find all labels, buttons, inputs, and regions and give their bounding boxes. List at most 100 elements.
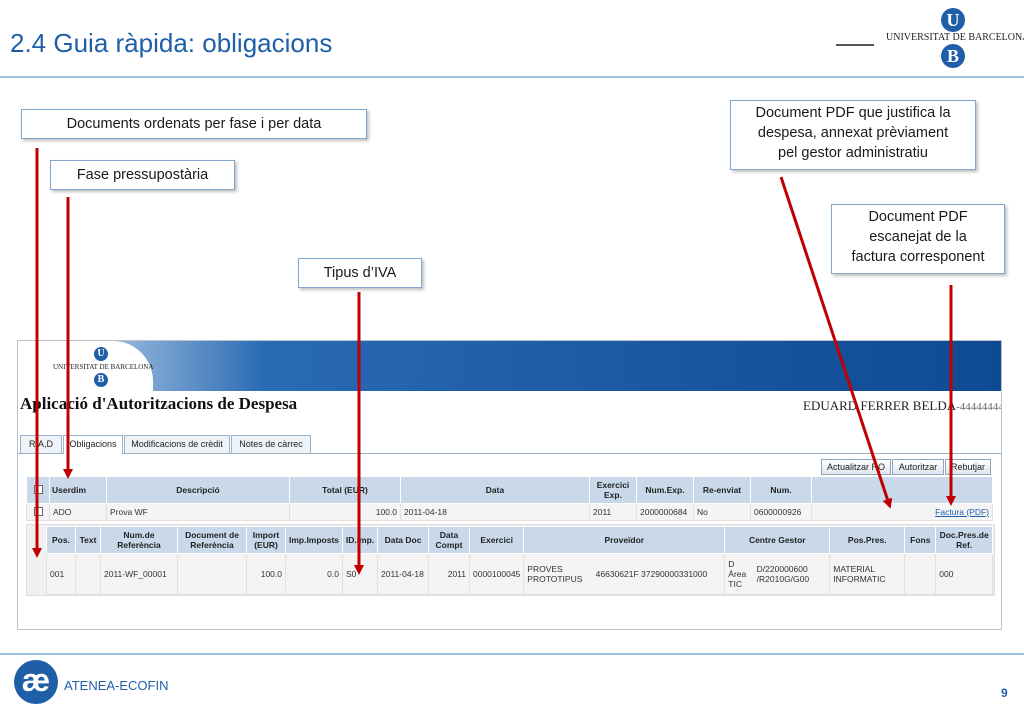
cell-id-imp: S0 xyxy=(342,553,378,595)
column-header[interactable]: Descripció xyxy=(106,476,290,504)
centre-area: D Àrea TIC xyxy=(728,559,754,589)
centre-area-line: Àrea xyxy=(728,569,747,579)
tab-rad[interactable]: R,A,D xyxy=(20,435,62,453)
cell-total: 100.0 xyxy=(289,503,401,521)
footer-brand: ATENEA-ECOFIN xyxy=(64,678,169,693)
cell-pos-pres: MATERIAL INFORMATIC xyxy=(829,553,906,595)
app-header-banner: U UNIVERSITAT DE BARCELONA B xyxy=(18,341,1001,391)
tab-modificacions[interactable]: Modificacions de crèdit xyxy=(124,435,230,453)
factura-pdf-link[interactable]: Factura (PDF) xyxy=(935,507,989,517)
column-header[interactable]: Proveïdor xyxy=(523,526,726,554)
column-header[interactable]: Import (EUR) xyxy=(246,526,286,554)
cell-pdf: Factura (PDF) xyxy=(811,503,993,521)
checkbox[interactable] xyxy=(33,506,43,516)
app-tabs: R,A,D Obligacions Modificacions de crèdi… xyxy=(18,433,1001,454)
proveidor-codi: 37290000331000 xyxy=(641,569,708,579)
cell-data-doc: 2011-04-18 xyxy=(377,553,429,595)
column-header[interactable]: Doc.Pres.de Ref. xyxy=(935,526,993,554)
cell-num-ref: 2011-WF_00001 xyxy=(100,553,178,595)
column-header[interactable]: Data Doc xyxy=(377,526,429,554)
user-info: EDUARD FERRER BELDA-44444444f xyxy=(803,398,1001,414)
callout-tipus-iva: Tipus d’IVA xyxy=(298,258,422,288)
cell-import: 100.0 xyxy=(246,553,286,595)
cell-fons xyxy=(904,553,937,595)
proveidor-nom: PROVES PROTOTIPUS xyxy=(527,564,583,584)
column-header[interactable]: Centre Gestor xyxy=(724,526,831,554)
tab-notes-carrec[interactable]: Notes de càrrec xyxy=(231,435,311,453)
callout-line: escanejat de la xyxy=(869,229,967,245)
column-header[interactable]: Exercici xyxy=(468,526,525,554)
centre-area-line: TIC xyxy=(728,579,742,589)
column-header[interactable]: Num.de Referència xyxy=(100,526,178,554)
callout-pdf-justifica: Document PDF que justifica la despesa, a… xyxy=(730,100,976,170)
column-header[interactable]: Pos. xyxy=(46,526,76,554)
user-nif: -44444444f xyxy=(956,401,1001,413)
column-header[interactable]: Pos.Pres. xyxy=(829,526,906,554)
column-header[interactable]: Total (EUR) xyxy=(289,476,401,504)
column-header[interactable]: Imp.Imposts xyxy=(285,526,343,554)
proveidor-nif: 46630621F xyxy=(595,569,639,579)
cell-num: 0600000926 xyxy=(750,503,812,521)
app-logo-text: UNIVERSITAT DE BARCELONA xyxy=(53,363,154,371)
column-header[interactable]: Fons xyxy=(904,526,937,554)
checkbox[interactable] xyxy=(33,484,43,494)
column-header[interactable]: Userdim xyxy=(49,476,107,504)
b-emblem-icon: B xyxy=(94,373,108,387)
university-logo: UNIVERSITAT DE BARCELONA U B xyxy=(836,8,1024,70)
b-emblem-icon: B xyxy=(941,44,965,68)
column-header[interactable]: Num.Exp. xyxy=(636,476,694,504)
callout-line: pel gestor administratiu xyxy=(778,145,928,161)
column-header[interactable]: Re-enviat xyxy=(693,476,751,504)
column-header[interactable]: Num. xyxy=(750,476,812,504)
callout-pdf-factura: Document PDF escanejat de la factura cor… xyxy=(831,204,1005,274)
app-screenshot: U UNIVERSITAT DE BARCELONA B Aplicació d… xyxy=(17,340,1002,630)
table-row[interactable]: 001 2011-WF_00001 100.0 0.0 S0 2011-04-1… xyxy=(46,553,993,595)
cell-exercici: 0000100045 xyxy=(468,553,525,595)
cell-imposts: 0.0 xyxy=(285,553,343,595)
centre-area-line: D xyxy=(728,559,735,569)
university-name: UNIVERSITAT DE BARCELONA xyxy=(886,32,1024,43)
centre-codi-line: D/220000600 xyxy=(756,564,808,574)
pos-pres-line: MATERIAL xyxy=(833,564,876,574)
cell-proveidor: PROVES PROTOTIPUS 46630621F 372900003310… xyxy=(523,553,726,595)
pos-pres-line: INFORMATIC xyxy=(833,574,886,584)
callout-line: Document PDF que justifica la xyxy=(755,105,951,121)
column-header[interactable]: Data xyxy=(400,476,590,504)
callout-documents-ordenats: Documents ordenats per fase i per data xyxy=(21,109,367,139)
cell-doc-pres-ref: 000 xyxy=(935,553,993,595)
column-header[interactable]: Data Compt xyxy=(428,526,470,554)
app-title: Aplicació d'Autoritzacions de Despesa xyxy=(20,394,298,413)
cell-num-exp: 2000000684 xyxy=(636,503,694,521)
slide-title: 2.4 Guia ràpida: obligacions xyxy=(10,28,333,58)
page-number: 9 xyxy=(1001,686,1008,700)
cell-descripcio: Prova WF xyxy=(106,503,290,521)
atenea-logo-icon: æ xyxy=(14,660,58,704)
autoritzar-button[interactable]: Autoritzar xyxy=(892,459,944,475)
column-header[interactable]: Exercici Exp. xyxy=(589,476,637,504)
user-name: EDUARD FERRER BELDA xyxy=(803,398,957,413)
table-header-row: Userdim Descripció Total (EUR) Data Exer… xyxy=(26,476,993,504)
tab-obligacions[interactable]: Obligacions xyxy=(63,435,123,454)
callout-line: despesa, annexat prèviament xyxy=(757,125,949,141)
table-header-row: Pos. Text Num.de Referència Document de … xyxy=(46,526,993,554)
table-row[interactable]: ADO Prova WF 100.0 2011-04-18 2011 20000… xyxy=(26,503,993,521)
cell-pos: 001 xyxy=(46,553,76,595)
cell-text xyxy=(75,553,101,595)
app-logo: U UNIVERSITAT DE BARCELONA B xyxy=(18,341,153,391)
column-header[interactable]: Document de Referència xyxy=(177,526,247,554)
cell-exercici: 2011 xyxy=(589,503,637,521)
u-emblem-icon: U xyxy=(94,347,108,361)
column-header[interactable]: ID.Imp. xyxy=(342,526,378,554)
row-select-cell xyxy=(26,503,50,521)
rebutjar-button[interactable]: Rebutjar xyxy=(945,459,991,475)
actualitzar-button[interactable]: Actualitzar RO xyxy=(821,459,891,475)
column-header[interactable]: Text xyxy=(75,526,101,554)
obligations-table: Userdim Descripció Total (EUR) Data Exer… xyxy=(26,476,993,521)
u-emblem-icon: U xyxy=(941,8,965,32)
centre-codi: D/220000600 /R2010G/G00 xyxy=(757,564,809,584)
cell-doc-ref xyxy=(177,553,247,595)
select-all-header xyxy=(26,476,50,504)
detail-table: Pos. Text Num.de Referència Document de … xyxy=(46,526,993,595)
callout-line: Document PDF xyxy=(868,209,968,225)
callout-fase-pressupostaria: Fase pressupostària xyxy=(50,160,235,190)
